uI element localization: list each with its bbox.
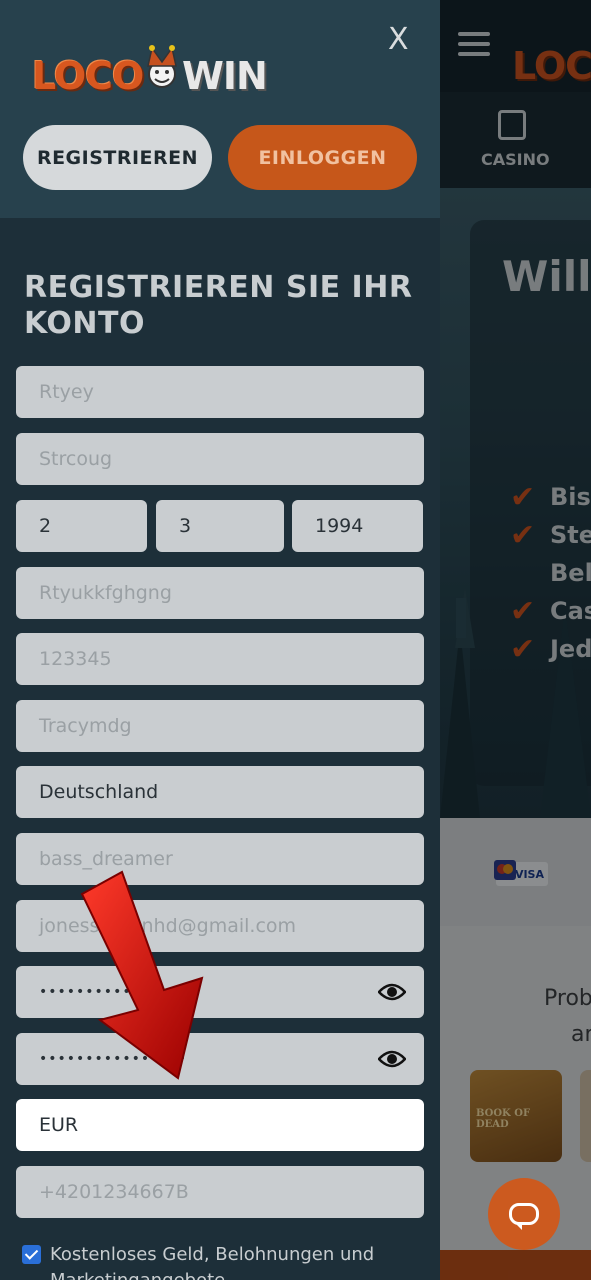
birth-day-field[interactable]: 2 [16, 500, 147, 552]
city-field[interactable]: Tracymdg [16, 700, 424, 752]
eye-icon[interactable] [378, 980, 406, 1004]
chat-button[interactable] [488, 1178, 560, 1250]
country-select[interactable]: Deutschland [16, 766, 424, 818]
password-value: •••••••••••• [39, 984, 151, 1000]
password-confirm-value: •••••••••••••••• [39, 1051, 188, 1067]
username-field[interactable]: bass_dreamer [16, 833, 424, 885]
currency-select[interactable]: EUR [16, 1099, 424, 1151]
eye-icon[interactable] [378, 1047, 406, 1071]
form-title: REGISTRIEREN SIE IHR KONTO [24, 270, 413, 341]
password-field[interactable]: •••••••••••• [16, 966, 424, 1018]
consent-label: Kostenloses Geld, Belohnungen und Market… [50, 1244, 375, 1280]
email-field[interactable]: jonesstevenhd@gmail.com [16, 900, 424, 952]
overlay-dim[interactable] [440, 0, 591, 1280]
background-site: LOC CASINO Will ✔ Bis ✔ Ste Bel ✔ Cas ✔ Jed … [440, 0, 591, 1280]
login-button[interactable]: EINLOGGEN [228, 125, 417, 190]
chat-bubble-icon [509, 1203, 539, 1230]
postal-code-field[interactable]: 123345 [16, 633, 424, 685]
marketing-consent[interactable]: Kostenloses Geld, Belohnungen und Market… [22, 1242, 422, 1280]
birth-month-field[interactable]: 3 [156, 500, 284, 552]
phone-field[interactable]: +4201234667B [16, 1166, 424, 1218]
close-button[interactable]: X [388, 22, 409, 57]
registration-panel: LOCO WIN X REGISTRIEREN EINLOGGEN REGIST… [0, 0, 440, 1280]
jester-mascot-icon [147, 45, 177, 88]
birth-year-field[interactable]: 1994 [292, 500, 423, 552]
password-confirm-field[interactable]: •••••••••••••••• [16, 1033, 424, 1085]
last-name-field[interactable]: Strcoug [16, 433, 424, 485]
consent-checkbox[interactable] [22, 1245, 41, 1264]
street-field[interactable]: Rtyukkfghgng [16, 567, 424, 619]
first-name-field[interactable]: Rtyey [16, 366, 424, 418]
panel-header: LOCO WIN X REGISTRIEREN EINLOGGEN [0, 0, 440, 218]
locowin-logo[interactable]: LOCO WIN [30, 24, 270, 104]
register-button[interactable]: REGISTRIEREN [23, 125, 212, 190]
